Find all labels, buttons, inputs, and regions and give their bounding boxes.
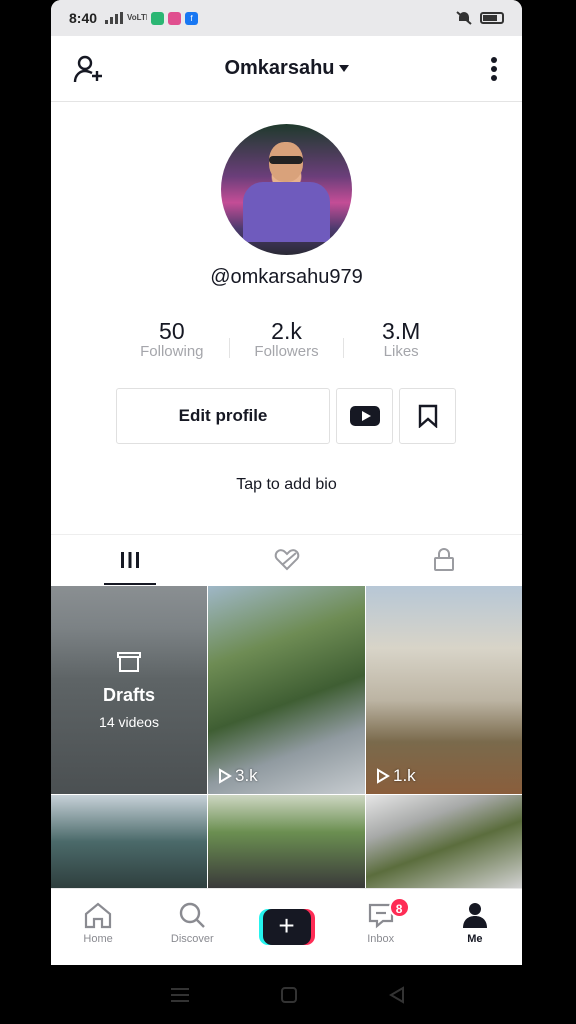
menu-icon[interactable]	[170, 987, 190, 1003]
likes-label: Likes	[383, 343, 419, 360]
profile-icon	[462, 903, 487, 928]
video-thumbnail[interactable]: 3.k	[208, 586, 365, 794]
drafts-title: Drafts	[102, 684, 155, 705]
nav-home-label: Home	[83, 933, 113, 945]
home-square-icon[interactable]	[280, 986, 298, 1004]
profile-handle: @omkarsahu979	[210, 266, 363, 288]
drafts-tile[interactable]: Drafts 14 videos	[51, 586, 207, 794]
play-icon	[377, 768, 390, 784]
play-count: 3.k	[218, 766, 258, 786]
tab-private[interactable]	[365, 535, 522, 585]
nav-inbox-label: Inbox	[367, 933, 395, 945]
chevron-down-icon	[338, 65, 349, 72]
youtube-icon	[349, 406, 380, 426]
edit-profile-button[interactable]: Edit profile	[116, 388, 330, 444]
nav-discover-label: Discover	[170, 933, 214, 945]
app-screen: 8:40 VoLTE f Omkarsahu @omkarsahu979	[51, 0, 522, 965]
profile-header: Omkarsahu	[51, 36, 522, 102]
status-right	[456, 11, 504, 25]
account-switcher[interactable]: Omkarsahu	[224, 57, 349, 80]
following-label: Following	[140, 343, 204, 360]
mute-icon	[456, 11, 472, 25]
home-icon	[84, 902, 112, 929]
play-count-value: 3.k	[235, 766, 258, 785]
tab-videos[interactable]	[51, 535, 208, 585]
nav-create[interactable]: +	[239, 889, 333, 965]
play-icon	[219, 768, 232, 784]
grid-icon	[120, 552, 139, 568]
inbox-badge: 8	[388, 897, 410, 918]
drafts-count: 14 videos	[99, 713, 159, 730]
following-count: 50	[159, 318, 185, 344]
profile-actions: Edit profile	[116, 388, 456, 444]
facebook-icon: f	[185, 11, 199, 25]
status-icons: VoLTE f	[105, 11, 199, 25]
bookmark-icon	[418, 404, 437, 428]
more-options-icon[interactable]	[490, 56, 498, 87]
bottom-nav: Home Discover + 8 Inbox Me	[51, 888, 522, 965]
likes-stat[interactable]: 3.M Likes	[344, 318, 458, 360]
lock-icon	[433, 548, 454, 571]
volte-label: VoLTE	[127, 14, 147, 22]
play-count: 1.k	[376, 766, 416, 786]
nav-me-label: Me	[467, 933, 483, 945]
signal-icon	[105, 12, 124, 24]
add-bio-link[interactable]: Tap to add bio	[51, 476, 522, 494]
avatar[interactable]	[221, 124, 352, 255]
likes-count: 3.M	[382, 318, 421, 344]
back-icon[interactable]	[388, 985, 406, 1004]
video-thumbnail[interactable]	[208, 795, 365, 888]
video-grid: Drafts 14 videos 3.k 1.k	[51, 586, 522, 888]
battery-icon	[480, 12, 504, 24]
liked-heart-icon	[274, 549, 299, 571]
search-icon	[180, 902, 206, 928]
system-nav-bar	[0, 965, 576, 1024]
nav-me[interactable]: Me	[428, 889, 522, 965]
status-time: 8:40	[69, 10, 98, 26]
profile-stats: 50 Following 2.k Followers 3.M Likes	[115, 318, 458, 360]
followers-label: Followers	[254, 343, 319, 360]
video-thumbnail[interactable]	[51, 795, 207, 888]
status-bar: 8:40 VoLTE f	[51, 0, 522, 36]
create-button[interactable]: +	[258, 909, 315, 945]
following-stat[interactable]: 50 Following	[115, 318, 229, 360]
drafts-box-icon	[117, 651, 141, 672]
app-notification-icon	[151, 11, 165, 25]
content-tabs	[51, 535, 522, 585]
app-notification-icon	[168, 11, 182, 25]
followers-count: 2.k	[271, 318, 302, 344]
tab-liked[interactable]	[208, 535, 365, 585]
nav-home[interactable]: Home	[51, 889, 145, 965]
add-friend-icon[interactable]	[73, 54, 105, 89]
video-thumbnail[interactable]: 1.k	[366, 586, 522, 794]
play-count-value: 1.k	[393, 766, 416, 785]
video-thumbnail[interactable]	[366, 795, 522, 888]
page-title: Omkarsahu	[224, 57, 335, 79]
nav-inbox[interactable]: 8 Inbox	[334, 889, 428, 965]
youtube-button[interactable]	[336, 388, 393, 444]
plus-icon: +	[262, 909, 311, 945]
favorites-button[interactable]	[399, 388, 456, 444]
followers-stat[interactable]: 2.k Followers	[230, 318, 344, 360]
nav-discover[interactable]: Discover	[145, 889, 239, 965]
